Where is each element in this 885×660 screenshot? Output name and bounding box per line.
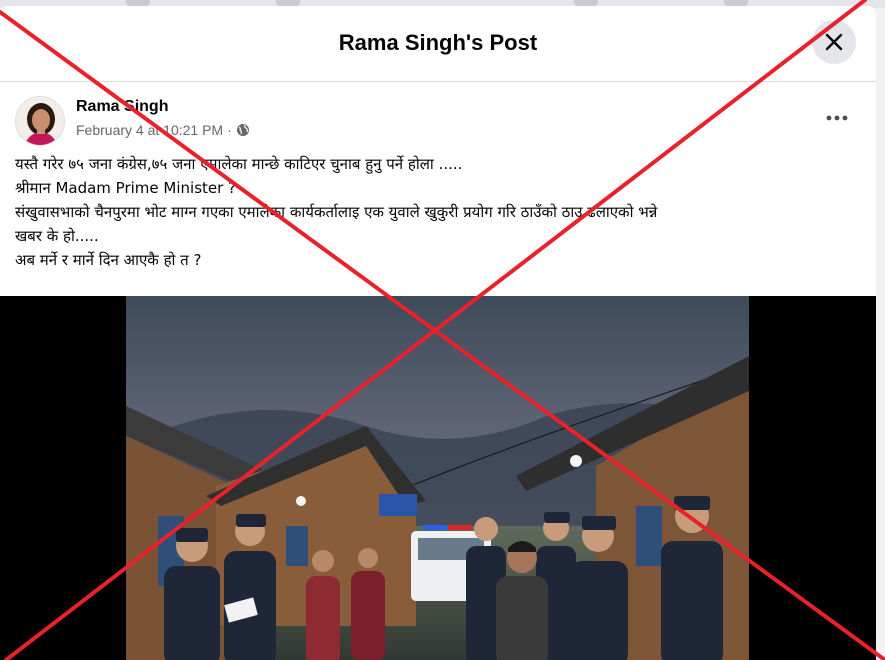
post-photo[interactable] [126, 296, 749, 660]
close-icon [825, 33, 843, 51]
post-media[interactable] [0, 296, 876, 660]
dialog-title: Rama Singh's Post [338, 30, 538, 55]
post-text-line: यस्तै गरेर ७५ जना कंग्रेस,७५ जना एमालेका… [15, 155, 463, 173]
post-header: Rama Singh February 4 at 10:21 PM · [0, 82, 876, 152]
author-name[interactable]: Rama Singh [76, 98, 168, 116]
meta-separator: · [227, 122, 232, 138]
post-dialog: Rama Singh's Post Rama Singh February 4 … [0, 6, 876, 660]
post-text-line: श्रीमान Madam Prime Minister ? [15, 179, 237, 197]
avatar[interactable] [15, 96, 65, 146]
dialog-header: Rama Singh's Post [0, 6, 876, 82]
post-timestamp[interactable]: February 4 at 10:21 PM [76, 122, 223, 138]
post-body: यस्तै गरेर ७५ जना कंग्रेस,७५ जना एमालेका… [0, 152, 876, 272]
more-options-button[interactable] [820, 104, 854, 132]
close-button[interactable] [812, 20, 856, 64]
more-horizontal-icon [826, 115, 848, 121]
post-meta: February 4 at 10:21 PM · [76, 122, 250, 138]
post-text-line: खबर के हो..... [15, 227, 99, 245]
post-text-line: अब मर्ने र मार्ने दिन आएकै हो त ? [15, 251, 202, 269]
post-text-line: संखुवासभाको चैनपुरमा भोट माग्न गएका एमाल… [15, 203, 658, 221]
globe-icon[interactable] [236, 123, 250, 137]
